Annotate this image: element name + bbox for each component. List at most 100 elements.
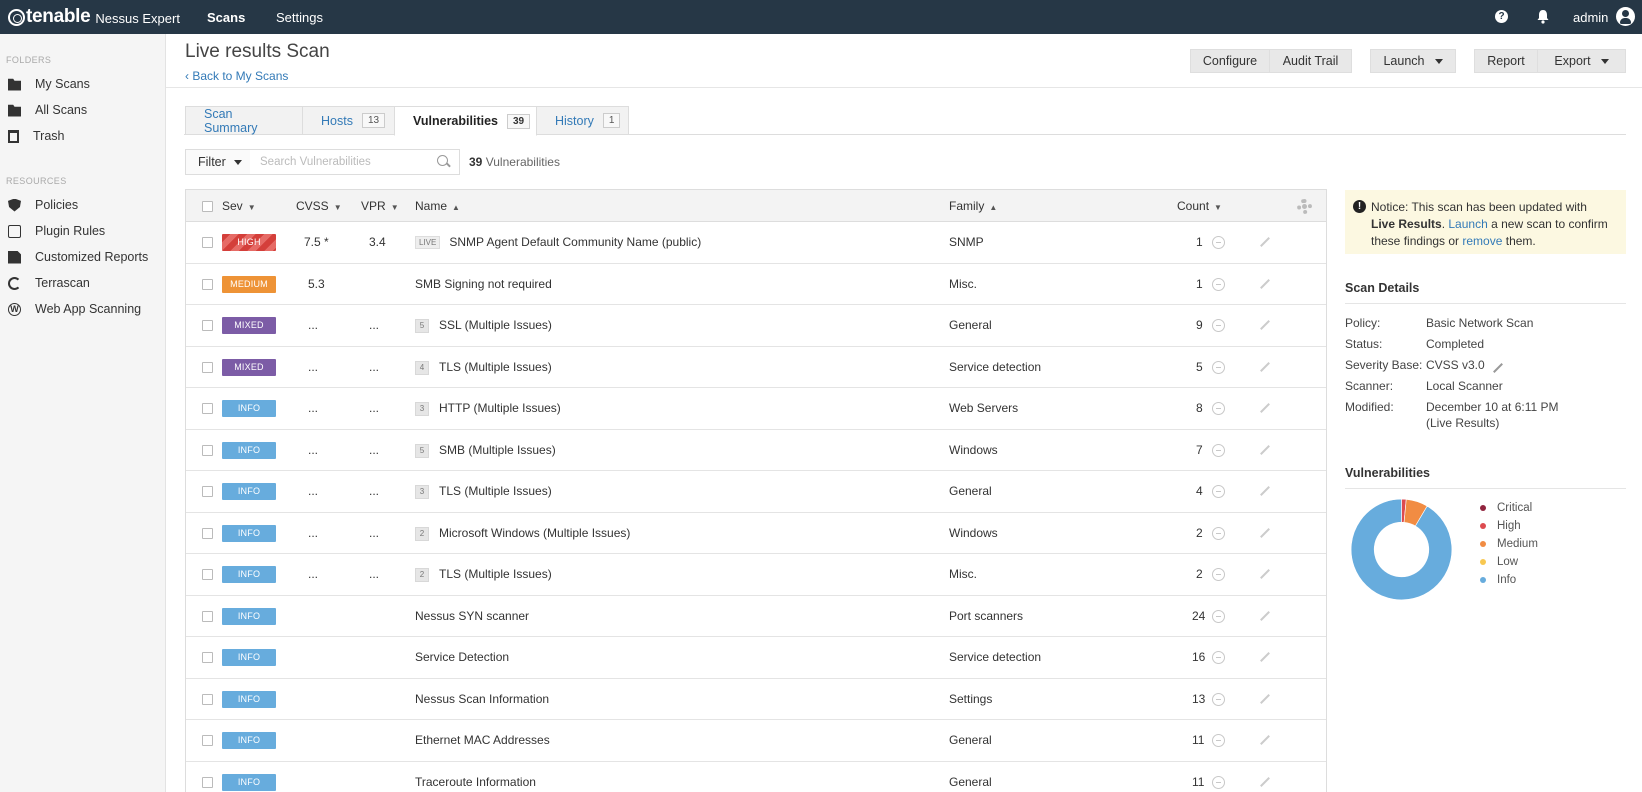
table-row[interactable]: INFO...... 5 SMB (Multiple Issues) Windows 7 [186,429,1326,471]
table-row[interactable]: INFO Nessus Scan Information Settings 13 [186,678,1326,720]
snooze-icon[interactable] [1212,568,1225,581]
column-header-cvss[interactable]: CVSS ▼ [296,199,342,213]
snooze-icon[interactable] [1212,526,1225,540]
launch-button[interactable]: Launch [1370,49,1456,73]
column-header-family[interactable]: Family ▲ [949,199,997,213]
edit-icon[interactable] [1260,320,1270,330]
table-row[interactable]: INFO...... 3 HTTP (Multiple Issues) Web Ser… [186,388,1326,430]
table-row[interactable]: INFO...... 3 TLS (Multiple Issues) General 4 [186,471,1326,513]
row-checkbox[interactable] [202,444,213,456]
vulnerability-name[interactable]: 5 SMB (Multiple Issues) [415,443,556,458]
snooze-icon[interactable] [1212,485,1225,498]
edit-icon[interactable] [1260,610,1270,621]
notice-launch-link[interactable]: Launch [1448,217,1487,231]
user-avatar-icon[interactable] [1616,7,1635,26]
vulnerability-name[interactable]: Traceroute Information [415,775,536,789]
back-to-my-scans-link[interactable]: ‹ Back to My Scans [185,69,288,83]
vulnerability-name[interactable]: Ethernet MAC Addresses [415,733,550,747]
edit-icon[interactable] [1260,776,1270,787]
table-row[interactable]: HIGH 7.5 * 3.4 LIVE SNMP Agent Default Commu… [186,222,1326,264]
row-checkbox[interactable] [202,403,213,414]
search-vulnerabilities-input[interactable] [250,149,460,175]
row-checkbox[interactable] [202,652,213,663]
sidebar-item-my-scans[interactable]: My Scans [8,74,90,94]
help-icon[interactable]: ? [1495,10,1508,23]
search-icon[interactable] [437,155,448,166]
tab-scan-summary[interactable]: Scan Summary [185,106,303,135]
table-row[interactable]: INFO Nessus SYN scanner Port scanners 24 [186,595,1326,637]
edit-icon[interactable] [1260,527,1270,538]
edit-icon[interactable] [1260,693,1270,704]
configure-button[interactable]: Configure [1190,49,1270,73]
edit-icon[interactable] [1260,569,1270,579]
snooze-icon[interactable] [1212,692,1225,706]
snooze-icon[interactable] [1212,734,1225,747]
nav-settings[interactable]: Settings [276,10,323,25]
sidebar-item-customized-reports[interactable]: Customized Reports [8,247,148,267]
snooze-icon[interactable] [1212,319,1225,332]
vulnerability-name[interactable]: 4 TLS (Multiple Issues) [415,360,552,375]
snooze-icon[interactable] [1212,651,1225,664]
snooze-icon[interactable] [1212,609,1225,623]
edit-icon[interactable] [1260,444,1270,455]
notice-remove-link[interactable]: remove [1462,234,1502,248]
row-checkbox[interactable] [202,237,213,248]
edit-icon[interactable] [1260,486,1270,496]
filter-dropdown-button[interactable]: Filter [185,149,251,175]
snooze-icon[interactable] [1212,775,1225,789]
sidebar-item-web-app-scanning[interactable]: W Web App Scanning [8,299,141,319]
table-row[interactable]: MIXED...... 5 SSL (Multiple Issues) General… [186,305,1326,347]
vulnerability-name[interactable]: 3 TLS (Multiple Issues) [415,484,552,499]
sidebar-item-policies[interactable]: Policies [8,195,78,215]
table-row[interactable]: MEDIUM 5.3 SMB Signing not required Misc. 1 [186,263,1326,305]
vulnerability-name[interactable]: Service Detection [415,650,509,664]
row-checkbox[interactable] [202,320,213,331]
row-checkbox[interactable] [202,569,213,580]
legend-item-critical[interactable]: Critical [1480,501,1532,515]
row-checkbox[interactable] [202,610,213,622]
edit-icon[interactable] [1260,237,1270,247]
bell-icon[interactable] [1536,9,1550,24]
table-row[interactable]: MIXED...... 4 TLS (Multiple Issues) Service… [186,346,1326,388]
edit-icon[interactable] [1260,735,1270,745]
row-checkbox[interactable] [202,693,213,705]
sidebar-item-terrascan[interactable]: Terrascan [8,273,90,293]
row-checkbox[interactable] [202,361,213,373]
legend-item-low[interactable]: Low [1480,555,1518,569]
select-all-checkbox[interactable] [202,201,213,212]
table-row[interactable]: INFO...... 2 Microsoft Windows (Multiple I… [186,512,1326,554]
user-menu-name[interactable]: admin [1573,10,1608,25]
row-checkbox[interactable] [202,486,213,497]
nav-scans[interactable]: Scans [207,10,245,25]
row-checkbox[interactable] [202,776,213,788]
audit-trail-button[interactable]: Audit Trail [1269,49,1352,73]
tab-history[interactable]: History 1 [536,106,629,135]
vulnerability-name[interactable]: SMB Signing not required [415,277,552,291]
vulnerability-name[interactable]: 2 TLS (Multiple Issues) [415,567,552,582]
row-checkbox[interactable] [202,735,213,746]
vulnerability-name[interactable]: Nessus SYN scanner [415,609,529,623]
vulnerability-name[interactable]: 2 Microsoft Windows (Multiple Issues) [415,526,630,541]
table-row[interactable]: INFO...... 2 TLS (Multiple Issues) Misc. 2 [186,554,1326,596]
tenable-logo[interactable]: tenable Nessus Expert [8,5,180,29]
snooze-icon[interactable] [1212,360,1225,374]
tab-vulnerabilities[interactable]: Vulnerabilities 39 [394,106,537,136]
snooze-icon[interactable] [1212,277,1225,291]
table-row[interactable]: INFO Traceroute Information General 11 [186,761,1326,792]
snooze-icon[interactable] [1212,402,1225,415]
donut-slice-info[interactable] [1350,498,1453,601]
sidebar-item-plugin-rules[interactable]: Plugin Rules [8,221,105,241]
column-header-vpr[interactable]: VPR ▼ [361,199,399,213]
edit-icon[interactable] [1260,652,1270,662]
report-button[interactable]: Report [1474,49,1538,73]
sidebar-item-trash[interactable]: Trash [8,126,65,146]
column-header-count[interactable]: Count ▼ [1177,199,1222,213]
snooze-icon[interactable] [1212,443,1225,457]
gear-icon[interactable] [1297,199,1312,214]
table-row[interactable]: INFO Service Detection Service detection 16 [186,637,1326,679]
legend-item-high[interactable]: High [1480,519,1521,533]
table-row[interactable]: INFO Ethernet MAC Addresses General 11 [186,720,1326,762]
legend-item-info[interactable]: Info [1480,573,1516,587]
edit-icon[interactable] [1260,361,1270,372]
edit-icon[interactable] [1260,278,1270,289]
